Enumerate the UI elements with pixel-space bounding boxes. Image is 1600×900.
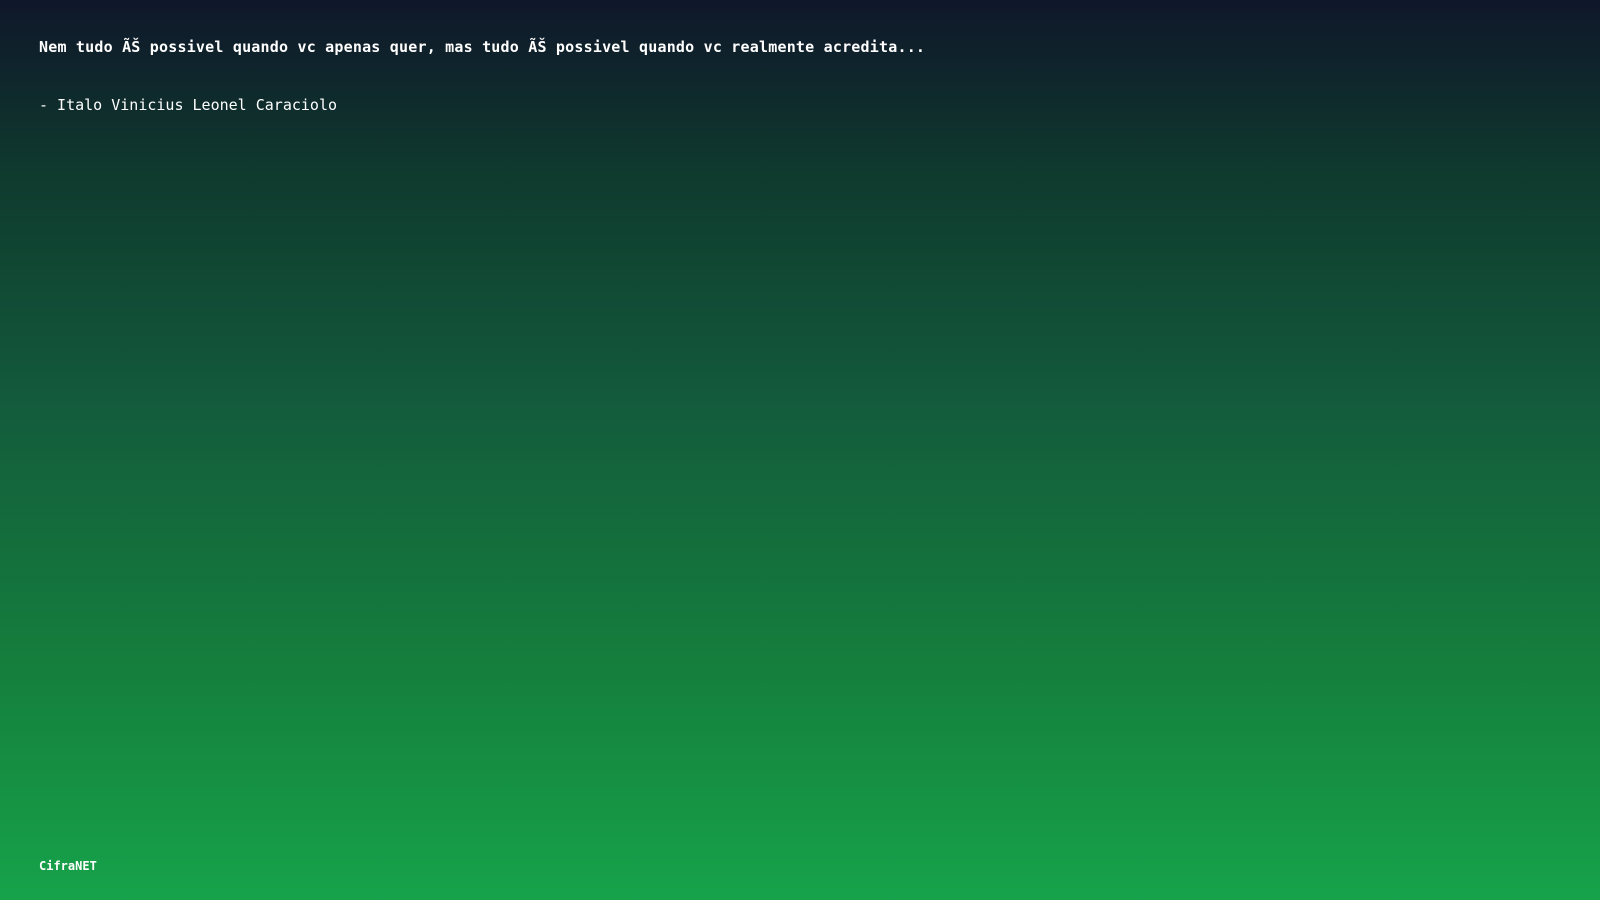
quote-author: - Italo Vinicius Leonel Caraciolo: [39, 96, 338, 114]
quote-block: Nem tudo ÃŠ possivel quando vc apenas qu…: [39, 36, 1519, 116]
quote-text: Nem tudo ÃŠ possivel quando vc apenas qu…: [39, 38, 926, 56]
brand-label: CifraNET: [39, 859, 97, 873]
